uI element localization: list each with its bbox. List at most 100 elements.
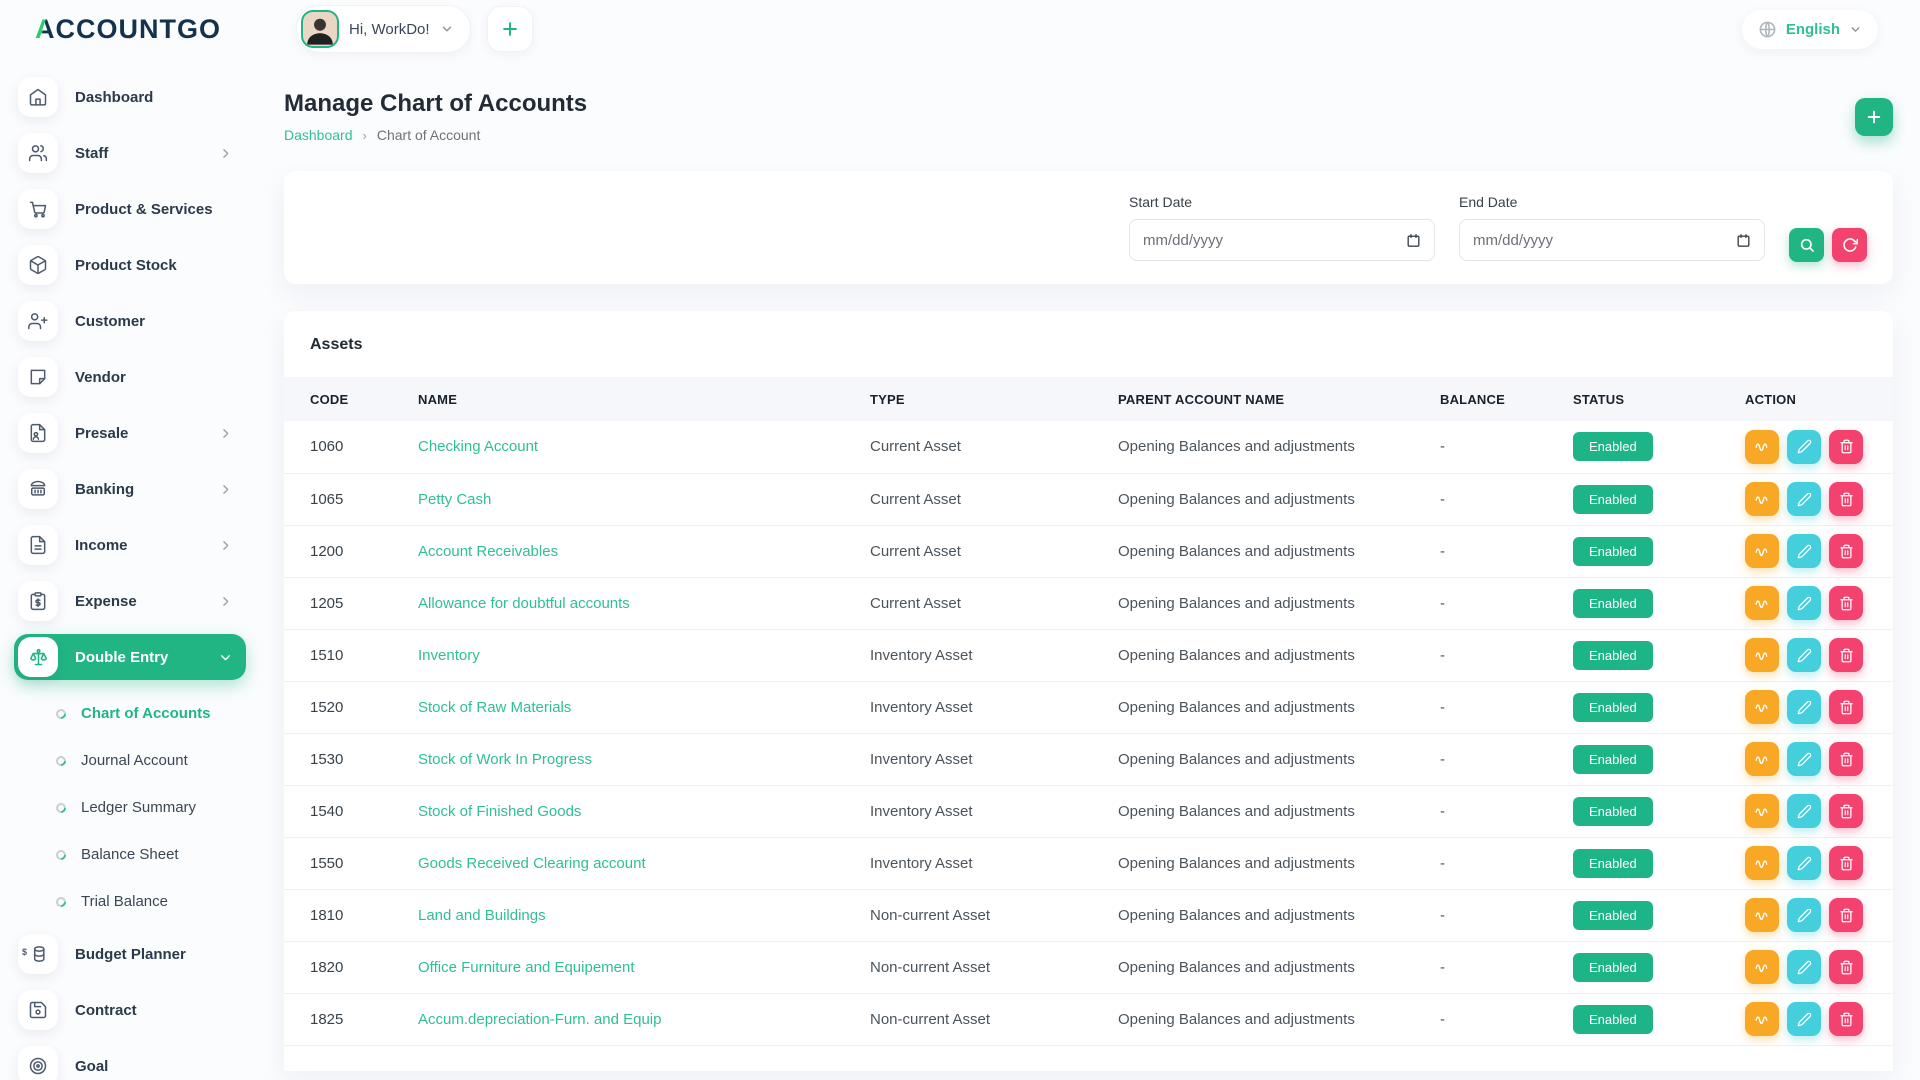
- sidebar-item-product-stock[interactable]: Product Stock: [14, 242, 246, 288]
- activity-button[interactable]: [1745, 846, 1779, 880]
- activity-button[interactable]: [1745, 534, 1779, 568]
- sidebar-item-staff[interactable]: Staff: [14, 130, 246, 176]
- status-badge: Enabled: [1573, 432, 1653, 462]
- delete-button[interactable]: [1829, 690, 1863, 724]
- edit-button[interactable]: [1787, 846, 1821, 880]
- delete-button[interactable]: [1829, 429, 1863, 464]
- add-workspace-button[interactable]: [486, 6, 533, 52]
- sidebar-item-vendor[interactable]: Vendor: [14, 354, 246, 400]
- column-header-status: STATUS: [1573, 391, 1625, 407]
- chevron-right-icon: [223, 484, 229, 494]
- sidebar-item-banking[interactable]: Banking: [14, 466, 246, 512]
- account-name-link[interactable]: Stock of Finished Goods: [418, 803, 581, 820]
- column-header-balance: BALANCE: [1440, 391, 1505, 407]
- submenu-item-chart-of-accounts[interactable]: Chart of Accounts: [14, 690, 260, 737]
- language-selector[interactable]: English: [1741, 9, 1878, 49]
- trash-icon: [1839, 648, 1853, 662]
- delete-button[interactable]: [1829, 950, 1863, 984]
- sidebar-item-budget-planner[interactable]: $ Budget Planner: [14, 931, 246, 977]
- account-name-link[interactable]: Allowance for doubtful accounts: [418, 595, 630, 612]
- chevron-right-icon: [223, 596, 229, 606]
- delete-button[interactable]: [1829, 846, 1863, 880]
- delete-button[interactable]: [1829, 1002, 1863, 1036]
- activity-button[interactable]: [1745, 429, 1779, 464]
- edit-button[interactable]: [1787, 638, 1821, 672]
- breadcrumb-dashboard-link[interactable]: Dashboard: [284, 127, 353, 143]
- activity-button[interactable]: [1745, 690, 1779, 724]
- status-badge: Enabled: [1573, 1004, 1653, 1034]
- edit-button[interactable]: [1787, 429, 1821, 464]
- activity-button[interactable]: [1745, 482, 1779, 516]
- edit-button[interactable]: [1787, 482, 1821, 516]
- delete-button[interactable]: [1829, 586, 1863, 620]
- edit-button[interactable]: [1787, 950, 1821, 984]
- trash-icon: [1839, 856, 1853, 870]
- activity-wave-icon: [1754, 703, 1767, 712]
- activity-button[interactable]: [1745, 1002, 1779, 1036]
- sidebar-item-dashboard[interactable]: Dashboard: [14, 74, 246, 120]
- delete-button[interactable]: [1829, 742, 1863, 776]
- account-type: Non-current Asset: [870, 993, 1118, 1046]
- submenu-item-trial-balance[interactable]: Trial Balance: [14, 878, 260, 925]
- calendar-icon[interactable]: [1406, 233, 1421, 248]
- sidebar-item-contract[interactable]: Contract: [14, 987, 246, 1033]
- reset-button[interactable]: [1832, 228, 1867, 262]
- search-button[interactable]: [1789, 228, 1824, 262]
- submenu-item-journal-account[interactable]: Journal Account: [14, 737, 260, 784]
- activity-button[interactable]: [1745, 898, 1779, 932]
- sidebar-item-presale[interactable]: Presale: [14, 410, 246, 456]
- submenu-item-ledger-summary[interactable]: Ledger Summary: [14, 784, 260, 831]
- status-badge: Enabled: [1573, 640, 1653, 670]
- account-name-link[interactable]: Stock of Raw Materials: [418, 699, 571, 716]
- edit-button[interactable]: [1787, 586, 1821, 620]
- sidebar-item-double-entry[interactable]: Double Entry: [14, 634, 246, 680]
- account-name-link[interactable]: Land and Buildings: [418, 907, 546, 924]
- sidebar-item-expense[interactable]: Expense: [14, 578, 246, 624]
- sidebar-item-goal[interactable]: Goal: [14, 1043, 246, 1080]
- edit-button[interactable]: [1787, 898, 1821, 932]
- activity-wave-icon: [1754, 599, 1767, 608]
- sidebar-item-product-services[interactable]: Product & Services: [14, 186, 246, 232]
- delete-button[interactable]: [1829, 482, 1863, 516]
- account-name-link[interactable]: Inventory: [418, 647, 480, 664]
- user-menu[interactable]: Hi, WorkDo!: [296, 5, 471, 53]
- edit-button[interactable]: [1787, 1002, 1821, 1036]
- refresh-icon: [1842, 238, 1858, 252]
- submenu-item-balance-sheet[interactable]: Balance Sheet: [14, 831, 260, 878]
- start-date-input[interactable]: mm/dd/yyyy: [1129, 219, 1435, 261]
- language-label: English: [1785, 20, 1840, 38]
- edit-button[interactable]: [1787, 794, 1821, 828]
- account-name-link[interactable]: Accum.depreciation-Furn. and Equip: [418, 1011, 661, 1028]
- sidebar-item-income[interactable]: Income: [14, 522, 246, 568]
- calendar-icon[interactable]: [1736, 233, 1751, 248]
- account-name-link[interactable]: Account Receivables: [418, 543, 558, 560]
- sidebar-item-customer[interactable]: Customer: [14, 298, 246, 344]
- delete-button[interactable]: [1829, 898, 1863, 932]
- activity-wave-icon: [1754, 443, 1767, 452]
- delete-button[interactable]: [1829, 638, 1863, 672]
- cart-icon: [18, 189, 58, 229]
- activity-wave-icon: [1754, 495, 1767, 504]
- delete-button[interactable]: [1829, 794, 1863, 828]
- edit-button[interactable]: [1787, 742, 1821, 776]
- account-name-link[interactable]: Goods Received Clearing account: [418, 855, 646, 872]
- account-name-link[interactable]: Stock of Work In Progress: [418, 751, 592, 768]
- activity-button[interactable]: [1745, 794, 1779, 828]
- clipboard-dollar-icon: [18, 581, 58, 621]
- activity-button[interactable]: [1745, 950, 1779, 984]
- edit-button[interactable]: [1787, 534, 1821, 568]
- account-balance: -: [1440, 941, 1573, 994]
- end-date-input[interactable]: mm/dd/yyyy: [1459, 219, 1765, 261]
- activity-button[interactable]: [1745, 742, 1779, 776]
- activity-button[interactable]: [1745, 638, 1779, 672]
- account-name-link[interactable]: Petty Cash: [418, 491, 491, 508]
- account-code: 1520: [284, 681, 418, 734]
- edit-button[interactable]: [1787, 690, 1821, 724]
- activity-button[interactable]: [1745, 586, 1779, 620]
- start-date-field: Start Date mm/dd/yyyy: [1129, 194, 1435, 261]
- account-name-link[interactable]: Office Furniture and Equipement: [418, 959, 635, 976]
- column-header-type: TYPE: [870, 391, 905, 407]
- account-name-link[interactable]: Checking Account: [418, 438, 538, 455]
- create-account-button[interactable]: [1855, 97, 1893, 136]
- delete-button[interactable]: [1829, 534, 1863, 568]
